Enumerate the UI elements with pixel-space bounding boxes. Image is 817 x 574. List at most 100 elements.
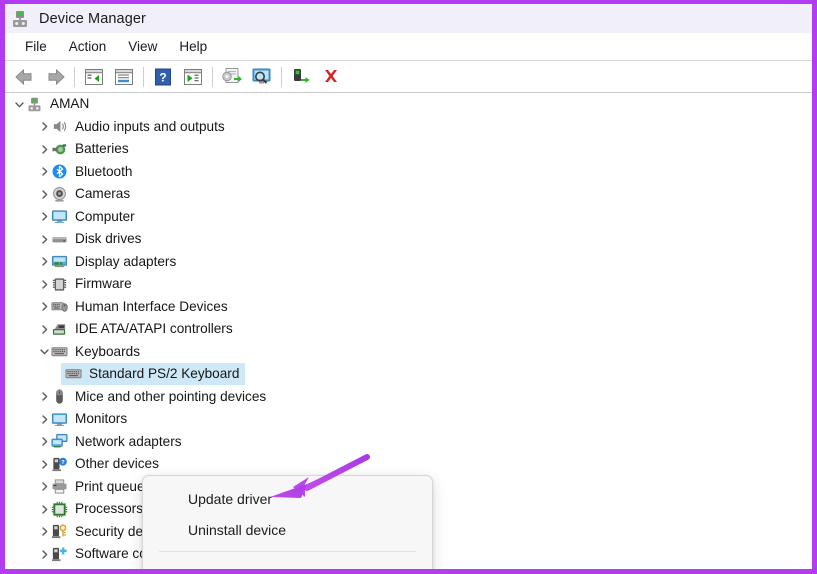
update-driver-icon	[222, 68, 242, 83]
toolbar-separator-2	[143, 66, 144, 87]
chevron-right-icon[interactable]	[38, 390, 51, 403]
device-manager-icon	[10, 9, 30, 29]
ide-controller-icon	[51, 321, 68, 338]
menu-file[interactable]: File	[14, 37, 58, 56]
chevron-right-icon[interactable]	[38, 278, 51, 291]
battery-icon	[51, 141, 68, 158]
tree-item-root[interactable]: AMAN	[5, 93, 812, 116]
tree-item-audio-inputs-and-outputs[interactable]: Audio inputs and outputs	[5, 116, 812, 139]
tree-item-label: Monitors	[75, 411, 128, 427]
play-window-icon	[184, 68, 202, 85]
uninstall-device-button[interactable]	[316, 64, 346, 90]
chevron-right-icon[interactable]	[38, 503, 51, 516]
chevron-right-icon[interactable]	[38, 413, 51, 426]
tree-item-label: Audio inputs and outputs	[75, 118, 225, 134]
tree-item-standard-ps2-keyboard[interactable]: Standard PS/2 Keyboard	[5, 363, 812, 386]
tree-item-label: Mice and other pointing devices	[75, 388, 267, 404]
tree-item-label: AMAN	[50, 96, 90, 112]
computer-device-icon	[26, 96, 43, 113]
monitor-icon	[51, 411, 68, 428]
menu-view[interactable]: View	[117, 37, 168, 56]
menu-help[interactable]: Help	[168, 37, 218, 56]
tree-item-mice-and-other-pointing-devices[interactable]: Mice and other pointing devices	[5, 386, 812, 409]
tree-item-other-devices[interactable]: ? Other devices	[5, 453, 812, 476]
tree-item-monitors[interactable]: Monitors	[5, 408, 812, 431]
action-menu-button[interactable]	[178, 64, 208, 90]
menu-action[interactable]: Action	[58, 37, 118, 56]
chevron-right-icon[interactable]	[38, 188, 51, 201]
toolbar-separator-1	[74, 66, 75, 87]
window-title: Device Manager	[39, 10, 146, 27]
tree-item-label: Firmware	[75, 276, 132, 292]
context-menu[interactable]: Update driver Uninstall device Scan for …	[142, 475, 433, 570]
menu-update-driver[interactable]: Update driver	[143, 483, 432, 514]
tree-item-batteries[interactable]: Batteries	[5, 138, 812, 161]
context-menu-separator-1	[159, 551, 416, 552]
tree-item-bluetooth[interactable]: Bluetooth	[5, 161, 812, 184]
enable-device-button[interactable]	[286, 64, 316, 90]
chevron-right-icon[interactable]	[38, 525, 51, 538]
tree-item-disk-drives[interactable]: Disk drives	[5, 228, 812, 251]
tree-item-firmware[interactable]: Firmware	[5, 273, 812, 296]
svg-text:?: ?	[159, 70, 166, 84]
tree-item-label: Bluetooth	[75, 163, 133, 179]
chevron-right-icon[interactable]	[38, 143, 51, 156]
tree-item-display-adapters[interactable]: Display adapters	[5, 251, 812, 274]
help-button[interactable]: ?	[148, 64, 178, 90]
tree-item-label: Print queues	[75, 478, 152, 494]
chevron-right-icon[interactable]	[38, 323, 51, 336]
tree-item-human-interface-devices[interactable]: Human Interface Devices	[5, 296, 812, 319]
tree-item-cameras[interactable]: Cameras	[5, 183, 812, 206]
selected-row-highlight[interactable]: Standard PS/2 Keyboard	[61, 363, 246, 386]
other-device-icon: ?	[51, 456, 68, 473]
chevron-down-icon[interactable]	[38, 345, 51, 358]
chevron-right-icon[interactable]	[38, 300, 51, 313]
forward-button[interactable]	[40, 64, 70, 90]
tree-item-network-adapters[interactable]: Network adapters	[5, 431, 812, 454]
tree-item-label: Cameras	[75, 186, 131, 202]
tree-item-label: Network adapters	[75, 433, 182, 449]
chevron-right-icon[interactable]	[38, 165, 51, 178]
tree-item-ide-ata-atapi-controllers[interactable]: IDE ATA/ATAPI controllers	[5, 318, 812, 341]
keyboard-icon	[51, 343, 68, 360]
printer-icon	[51, 478, 68, 495]
properties-button[interactable]	[109, 64, 139, 90]
tree-item-label: Standard PS/2 Keyboard	[89, 365, 240, 381]
chevron-right-icon[interactable]	[38, 458, 51, 471]
keyboard-icon	[65, 365, 82, 382]
tree-item-keyboards[interactable]: Keyboards	[5, 341, 812, 364]
chevron-down-icon[interactable]	[13, 98, 26, 111]
back-button[interactable]	[10, 64, 40, 90]
chevron-right-icon[interactable]	[38, 210, 51, 223]
chevron-right-icon[interactable]	[38, 480, 51, 493]
processor-chip-icon	[51, 501, 68, 518]
svg-text:?: ?	[61, 460, 65, 466]
mouse-icon	[51, 388, 68, 405]
show-hide-console-tree-button[interactable]	[79, 64, 109, 90]
device-tree[interactable]: AMAN Audio inputs and outputs Batteries …	[5, 93, 812, 570]
tree-item-label: Processors	[75, 501, 143, 517]
update-driver-button[interactable]	[217, 64, 247, 90]
tree-item-label: Display adapters	[75, 253, 177, 269]
red-x-icon	[325, 70, 337, 82]
firmware-chip-icon	[51, 276, 68, 293]
camera-icon	[51, 186, 68, 203]
tree-item-label: Disk drives	[75, 231, 142, 247]
monitor-icon	[51, 208, 68, 225]
tree-item-label: Computer	[75, 208, 135, 224]
menu-scan-hardware-changes[interactable]: Scan for hardware changes	[143, 558, 432, 570]
bluetooth-icon	[51, 163, 68, 180]
chevron-right-icon[interactable]	[38, 120, 51, 133]
title-bar: Device Manager	[5, 4, 812, 33]
display-adapter-icon	[51, 253, 68, 270]
chevron-right-icon[interactable]	[38, 233, 51, 246]
tree-item-computer[interactable]: Computer	[5, 206, 812, 229]
chevron-right-icon[interactable]	[38, 255, 51, 268]
tree-item-label: Batteries	[75, 141, 129, 157]
chevron-right-icon[interactable]	[38, 435, 51, 448]
console-tree-icon	[85, 68, 103, 85]
chevron-right-icon[interactable]	[38, 548, 51, 561]
menu-uninstall-device[interactable]: Uninstall device	[143, 514, 432, 545]
scan-hardware-changes-button[interactable]	[247, 64, 277, 90]
hid-icon	[51, 298, 68, 315]
